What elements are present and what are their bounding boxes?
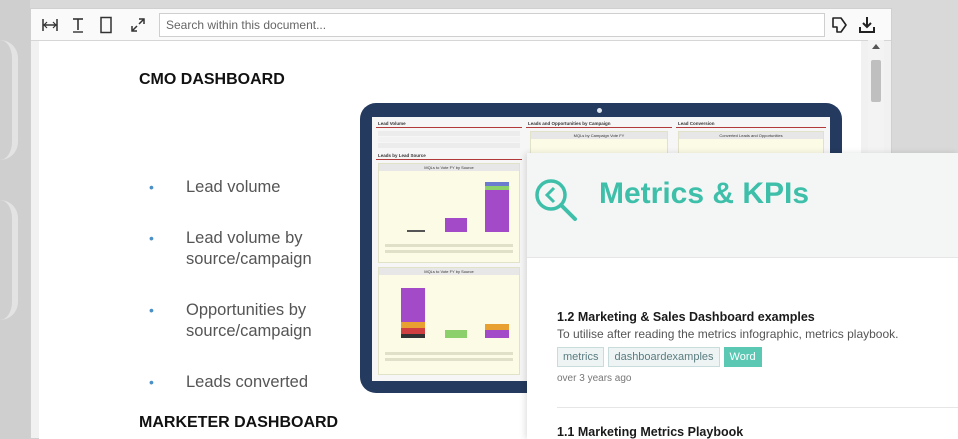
panel-title: Leads by Lead Source: [378, 153, 426, 158]
panel-rule: [376, 127, 522, 128]
tag-metrics[interactable]: metrics: [557, 347, 605, 367]
viewer-toolbar: [31, 9, 891, 41]
background-decoration: [0, 40, 18, 160]
panel-title: Lead Conversion: [678, 121, 715, 126]
resource-timestamp: over 3 years ago: [557, 373, 632, 384]
chart-bar: [485, 190, 509, 232]
lead-source-chart-top: MQLs to Vote FY by Source: [378, 163, 520, 263]
bullet-text: Opportunities by: [186, 301, 307, 319]
tag-dashboardexamples[interactable]: dashboardexamples: [608, 347, 720, 367]
chart-bar: [485, 330, 509, 338]
download-button[interactable]: [856, 14, 878, 36]
chart-bar: [485, 186, 509, 190]
single-page-button[interactable]: [95, 14, 117, 36]
bullet-dot: •: [149, 179, 154, 195]
search-chart-icon: [535, 179, 577, 221]
resource-description: To utilise after reading the metrics inf…: [557, 327, 899, 341]
pin-icon: [832, 17, 847, 33]
kpi-card-header: Metrics & KPIs: [527, 153, 958, 258]
lead-source-chart-bottom: MQLs to Vote FY by Source: [378, 267, 520, 375]
divider: [557, 407, 958, 408]
chart-title: Converted Leads and Opportunities: [679, 132, 823, 139]
chart-title: MQLs to Vote FY by Source: [379, 164, 519, 171]
bullet-text: Lead volume by: [186, 229, 303, 247]
legend-row: [385, 358, 513, 361]
fit-width-button[interactable]: [39, 14, 61, 36]
pin-button[interactable]: [828, 14, 850, 36]
data-row: [378, 131, 520, 136]
fullscreen-button[interactable]: [127, 14, 149, 36]
resource-title-link[interactable]: 1.1 Marketing Metrics Playbook: [557, 425, 743, 439]
data-row: [378, 143, 520, 148]
bullet-dot: •: [149, 230, 154, 246]
tablet-camera: [597, 108, 602, 113]
document-search-input[interactable]: [159, 13, 825, 37]
bullet-text: source/campaign: [186, 250, 312, 268]
kpi-card-title: Metrics & KPIs: [599, 177, 810, 210]
background-panel: [0, 0, 30, 439]
chart-title: MQLs by Campaign Vote FY: [531, 132, 667, 139]
panel-title: Leads and Opportunities by Campaign: [528, 121, 611, 126]
text-select-button[interactable]: [67, 14, 89, 36]
heading-cmo-dashboard: CMO DASHBOARD: [139, 71, 285, 88]
heading-marketer-dashboard: MARKETER DASHBOARD: [139, 414, 339, 431]
chart-bar: [401, 288, 425, 322]
single-page-icon: [100, 16, 112, 34]
bullet-text: source/campaign: [186, 322, 312, 340]
metrics-kpis-card: Metrics & KPIs 1.2 Marketing & Sales Das…: [527, 153, 958, 439]
legend-row: [385, 244, 513, 247]
resource-tags: metrics dashboardexamples Word: [557, 347, 762, 367]
resource-title-link[interactable]: 1.2 Marketing & Sales Dashboard examples: [557, 310, 815, 324]
chart-bar: [445, 218, 467, 232]
bullet-text: Lead volume: [186, 178, 281, 196]
fit-width-icon: [42, 19, 58, 31]
chart-bar: [407, 230, 425, 232]
chart-bar: [485, 182, 509, 186]
text-select-icon: [73, 18, 83, 33]
legend-row: [385, 250, 513, 253]
panel-rule: [676, 127, 826, 128]
download-icon: [859, 17, 875, 33]
panel-rule: [376, 159, 522, 160]
chart-title: MQLs to Vote FY by Source: [379, 268, 519, 275]
panel-rule: [526, 127, 672, 128]
chart-bar: [401, 334, 425, 338]
bullet-dot: •: [149, 374, 154, 390]
bullet-text: Leads converted: [186, 373, 309, 391]
scroll-up-arrow[interactable]: [872, 44, 880, 49]
data-row: [378, 137, 520, 142]
background-decoration: [0, 200, 18, 320]
panel-title: Lead Volume: [378, 121, 406, 126]
scroll-thumb[interactable]: [871, 60, 881, 102]
chart-bar: [445, 330, 467, 338]
legend-row: [385, 352, 513, 355]
fullscreen-icon: [131, 18, 145, 32]
bullet-dot: •: [149, 302, 154, 318]
tag-word[interactable]: Word: [723, 347, 762, 367]
